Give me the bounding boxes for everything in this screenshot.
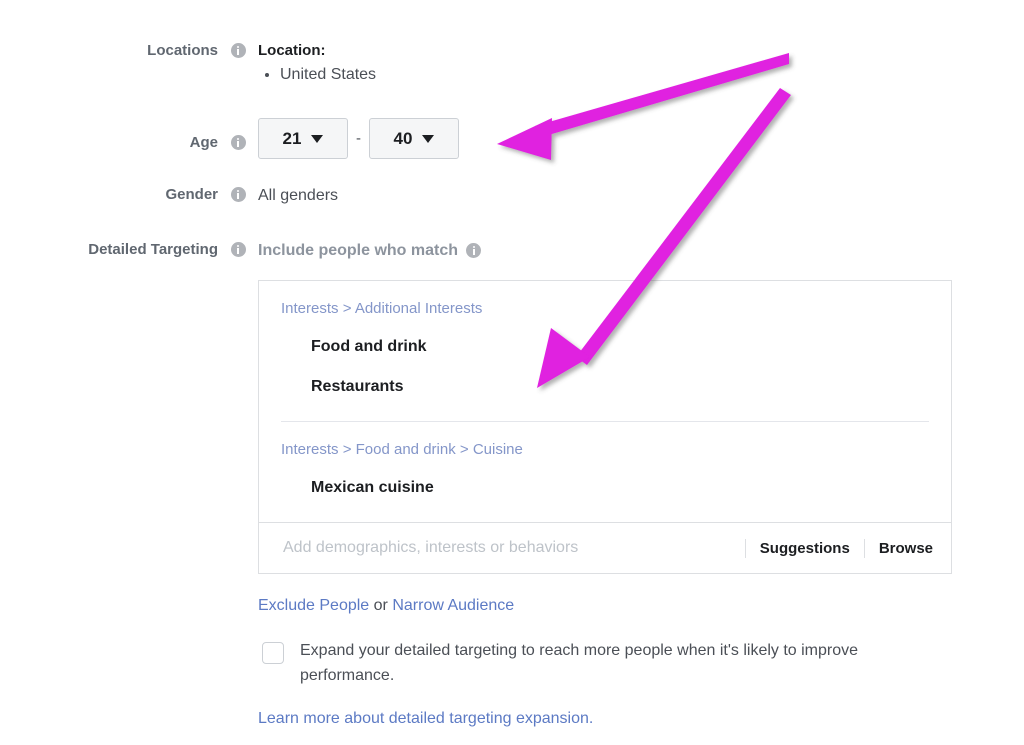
location-list: United States [258,63,1024,86]
targeting-search-input[interactable] [281,538,731,558]
breadcrumb: Interests > Food and drink > Cuisine [281,440,929,460]
breadcrumb-separator: > [342,441,352,458]
age-min-select[interactable]: 21 [258,118,348,159]
breadcrumb-link[interactable]: Food and drink [356,441,456,458]
audience-links: Exclude People or Narrow Audience [258,595,1024,616]
targeting-box: Interests > Additional Interests Food an… [258,280,952,574]
location-heading: Location: [258,42,326,59]
chevron-down-icon [311,134,324,143]
age-min-value: 21 [282,128,302,148]
divider [863,538,865,558]
learn-more-link[interactable]: Learn more about detailed targeting expa… [258,710,593,727]
detailed-targeting-row: Detailed Targeting Include people who ma… [0,240,1024,729]
breadcrumb-link[interactable]: Cuisine [473,441,523,458]
gender-label: Gender [165,186,218,203]
age-max-value: 40 [393,128,413,148]
breadcrumb: Interests > Additional Interests [281,299,929,319]
breadcrumb-link[interactable]: Interests [281,300,339,317]
exclude-people-link[interactable]: Exclude People [258,597,369,614]
info-icon[interactable] [230,43,246,58]
gender-value[interactable]: All genders [258,185,1024,206]
targeting-group: Interests > Food and drink > Cuisine Mex… [259,422,951,522]
info-icon[interactable] [230,242,246,257]
chevron-down-icon [422,134,435,143]
age-body: 21 - 40 [258,118,1024,159]
info-icon[interactable] [230,187,246,202]
breadcrumb-link[interactable]: Additional Interests [355,300,483,317]
age-label: Age [189,134,218,151]
age-controls: 21 - 40 [258,118,1024,159]
locations-row: Locations Location: United States [0,41,1024,86]
age-info-wrapper [218,126,258,150]
age-row: Age 21 - 40 [0,118,1024,159]
info-icon[interactable] [230,135,246,150]
expand-targeting-label: Expand your detailed targeting to reach … [300,642,859,684]
gender-info-wrapper [218,185,258,202]
list-item: United States [280,63,1024,86]
list-item[interactable]: Mexican cuisine [281,468,929,508]
include-people-label: Include people who match [258,242,459,259]
learn-more-line: Learn more about detailed targeting expa… [258,708,1024,729]
age-max-select[interactable]: 40 [369,118,459,159]
breadcrumb-separator: > [459,441,469,458]
targeting-input-row: Suggestions Browse [259,522,951,573]
age-range-separator: - [356,130,361,147]
or-label: or [373,597,388,614]
include-people-line: Include people who match [258,240,1024,261]
list-item[interactable]: Food and drink [281,327,929,367]
detailed-targeting-body: Include people who match Interests > Add… [258,240,1024,729]
breadcrumb-separator: > [342,300,352,317]
expand-targeting-checkbox[interactable] [262,642,284,664]
list-item[interactable]: Restaurants [281,367,929,407]
detailed-targeting-info-wrapper [218,240,258,257]
breadcrumb-link[interactable]: Interests [281,441,339,458]
detailed-targeting-label: Detailed Targeting [88,241,218,258]
expand-targeting-row: Expand your detailed targeting to reach … [258,638,1024,688]
gender-body: All genders [258,185,1024,206]
locations-info-wrapper [218,41,258,58]
info-icon[interactable] [466,243,482,258]
narrow-audience-link[interactable]: Narrow Audience [392,597,514,614]
suggestions-button[interactable]: Suggestions [760,540,850,557]
divider [744,538,746,558]
locations-body: Location: United States [258,41,1024,86]
gender-row: Gender All genders [0,185,1024,206]
browse-button[interactable]: Browse [879,540,933,557]
locations-label: Locations [147,42,218,59]
targeting-group: Interests > Additional Interests Food an… [259,281,951,421]
